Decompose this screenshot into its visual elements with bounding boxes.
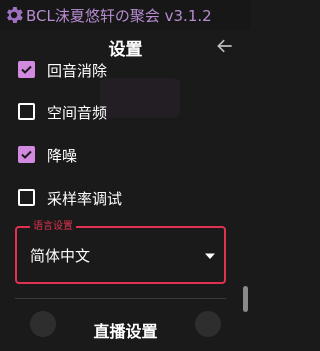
spatial-audio-checkbox[interactable]	[18, 103, 35, 120]
language-select[interactable]: 语言设置 简体中文	[15, 220, 226, 284]
echo-cancellation-checkbox[interactable]	[18, 61, 35, 78]
window-titlebar: BCL沫夏悠轩の聚会 v3.1.2	[0, 0, 251, 30]
app-title: BCL沫夏悠轩の聚会 v3.1.2	[26, 7, 212, 25]
option-label: 回音消除	[47, 62, 108, 80]
option-noise-reduction[interactable]: 降噪	[0, 139, 236, 169]
option-label: 空间音频	[47, 104, 108, 122]
back-arrow-icon[interactable]	[215, 36, 235, 56]
option-sample-rate-debug[interactable]: 采样率调试	[0, 182, 236, 212]
scrollbar-thumb[interactable]	[243, 286, 248, 312]
checkmark-icon	[21, 150, 32, 159]
option-spatial-audio[interactable]: 空间音频	[0, 96, 236, 126]
sample-rate-debug-checkbox[interactable]	[18, 189, 35, 206]
section-divider	[15, 298, 226, 299]
option-label: 降噪	[47, 147, 78, 165]
gear-icon[interactable]	[3, 4, 25, 26]
language-select-legend: 语言设置	[30, 220, 76, 234]
noise-reduction-checkbox[interactable]	[18, 146, 35, 163]
language-select-value: 简体中文	[30, 247, 91, 265]
option-echo-cancellation[interactable]: 回音消除	[0, 58, 236, 84]
checkmark-icon	[21, 65, 32, 74]
live-settings-title: 直播设置	[93, 322, 158, 341]
page-title: 设置	[108, 40, 143, 60]
option-label: 采样率调试	[47, 190, 123, 208]
chevron-down-icon[interactable]	[204, 252, 216, 260]
